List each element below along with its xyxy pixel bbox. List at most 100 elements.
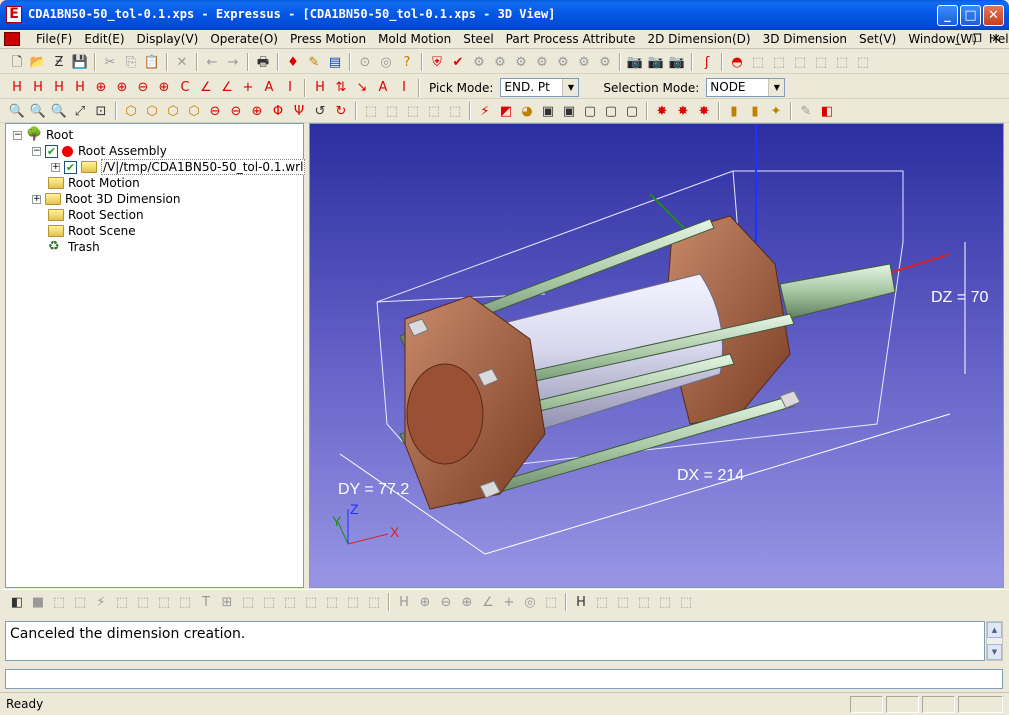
view-tool-icon-2[interactable]: ⬚	[383, 102, 401, 120]
bt-dim-icon-5[interactable]: ∠	[479, 593, 497, 611]
bt-icon-11[interactable]: ⊞	[218, 593, 236, 611]
bt-icon-15[interactable]: ⬚	[302, 593, 320, 611]
pick-mode-select[interactable]: END. Pt ▼	[500, 78, 580, 97]
bt-dim-icon-8[interactable]: ⬚	[542, 593, 560, 611]
view-tool-icon-1[interactable]: ⬚	[362, 102, 380, 120]
tool-icon-4[interactable]: ⚙	[533, 53, 551, 71]
dim-annot-icon[interactable]: A	[374, 79, 392, 97]
bt-icon-7[interactable]: ⬚	[134, 593, 152, 611]
bt-icon-5[interactable]: ⚡	[92, 593, 110, 611]
3d-viewport[interactable]: DX = 214 DY = 77.2 DZ = 70 X Y Z	[309, 123, 1004, 588]
table-icon[interactable]: ▤	[326, 53, 344, 71]
menu-display[interactable]: Display(V)	[131, 32, 205, 46]
tool-icon-6[interactable]: ⚙	[575, 53, 593, 71]
brush-icon[interactable]: ✎	[797, 102, 815, 120]
chevron-down-icon[interactable]: ▼	[562, 79, 579, 96]
selection-mode-select[interactable]: NODE ▼	[706, 78, 786, 97]
perspective-icon[interactable]: ◩	[497, 102, 515, 120]
view-right-icon[interactable]: ⬡	[185, 102, 203, 120]
thickness-icon[interactable]: I	[281, 79, 299, 97]
menu-press-motion[interactable]: Press Motion	[284, 32, 372, 46]
collapse-icon[interactable]: −	[32, 146, 41, 156]
explode-icon[interactable]: ✸	[653, 102, 671, 120]
rotate-psi-icon[interactable]: Ψ	[290, 102, 308, 120]
record-icon[interactable]: ◎	[377, 53, 395, 71]
tree-root-motion[interactable]: Root Motion	[48, 175, 140, 191]
bt-icon-14[interactable]: ⬚	[281, 593, 299, 611]
bt-dim-icon-3[interactable]: ⊖	[437, 593, 455, 611]
cube-shaded-icon[interactable]: ▣	[539, 102, 557, 120]
circle-center-icon[interactable]: ⊕	[155, 79, 173, 97]
view-tool-icon-3[interactable]: ⬚	[404, 102, 422, 120]
bt-icon-18[interactable]: ⬚	[365, 593, 383, 611]
arc-icon[interactable]: C	[176, 79, 194, 97]
scroll-down-icon[interactable]: ▼	[987, 644, 1002, 660]
undo-icon[interactable]: ←	[203, 53, 221, 71]
copy-icon[interactable]: ⎘	[122, 53, 140, 71]
mouse-icon[interactable]: ⊙	[356, 53, 374, 71]
tree-root-section[interactable]: Root Section	[48, 207, 144, 223]
rotate-y-icon[interactable]: ⊖	[227, 102, 245, 120]
mdi-restore-button[interactable]: ❐	[969, 32, 985, 46]
expand-icon[interactable]: +	[51, 162, 60, 172]
delete-icon[interactable]: ✕	[173, 53, 191, 71]
edit-motion-icon[interactable]: ✎	[305, 53, 323, 71]
tool-icon-7[interactable]: ⚙	[596, 53, 614, 71]
text-icon[interactable]: A	[260, 79, 278, 97]
diameter-icon[interactable]: ⊕	[113, 79, 131, 97]
tree-file-node[interactable]: + ✔ /V|/tmp/CDA1BN50-50_tol-0.1.wrl	[51, 159, 306, 175]
menu-operate[interactable]: Operate(O)	[204, 32, 284, 46]
bt-icon-3[interactable]: ⬚	[50, 593, 68, 611]
bt-dim-icon-4[interactable]: ⊕	[458, 593, 476, 611]
recent-icon[interactable]: Ƶ	[50, 53, 68, 71]
mdi-minimize-button[interactable]: _	[950, 32, 966, 46]
bt-icon-16[interactable]: ⬚	[323, 593, 341, 611]
view-left-icon[interactable]: ⬡	[164, 102, 182, 120]
view-front-icon[interactable]: ⬡	[122, 102, 140, 120]
zoom-out-icon[interactable]: 🔍	[29, 102, 47, 120]
bt-dim-icon-2[interactable]: ⊕	[416, 593, 434, 611]
document-icon[interactable]	[4, 32, 20, 46]
cube-hidden-icon[interactable]: ▢	[602, 102, 620, 120]
minimize-button[interactable]: _	[937, 5, 958, 26]
chevron-down-icon[interactable]: ▼	[768, 79, 785, 96]
shaded-icon[interactable]: ◕	[518, 102, 536, 120]
check-icon[interactable]: ✔	[449, 53, 467, 71]
zoom-window-icon[interactable]: ⊡	[92, 102, 110, 120]
curve-icon[interactable]: ʃ	[698, 53, 716, 71]
motion-icon[interactable]: ♦	[284, 53, 302, 71]
radius-icon[interactable]: ⊕	[92, 79, 110, 97]
camera-icon[interactable]: 📷	[626, 53, 644, 71]
tree-root-scene[interactable]: Root Scene	[48, 223, 136, 239]
bt-icon-8[interactable]: ⬚	[155, 593, 173, 611]
close-button[interactable]: ✕	[983, 5, 1004, 26]
bt-icon-6[interactable]: ⬚	[113, 593, 131, 611]
menu-part-process-attribute[interactable]: Part Process Attribute	[500, 32, 642, 46]
rotate-ccw-icon[interactable]: ↺	[311, 102, 329, 120]
view-tool-icon-5[interactable]: ⬚	[446, 102, 464, 120]
dim-x-icon[interactable]: H	[29, 79, 47, 97]
tree-root[interactable]: − 🌳 Root	[13, 127, 73, 143]
cut-icon[interactable]: ✂	[101, 53, 119, 71]
maximize-button[interactable]: □	[960, 5, 981, 26]
tool-icon-5[interactable]: ⚙	[554, 53, 572, 71]
menu-edit[interactable]: Edit(E)	[78, 32, 130, 46]
app-icon[interactable]: E	[6, 6, 22, 23]
help-icon[interactable]: ?	[398, 53, 416, 71]
angle-icon[interactable]: ∠	[197, 79, 215, 97]
zoom-in-icon[interactable]: 🔍	[8, 102, 26, 120]
tree-root-3d-dimension[interactable]: + Root 3D Dimension	[32, 191, 180, 207]
mode-icon-1[interactable]: ⬚	[749, 53, 767, 71]
3d-scene[interactable]: DX = 214 DY = 77.2 DZ = 70 X Y Z	[310, 124, 1004, 588]
bt-icon-4[interactable]: ⬚	[71, 593, 89, 611]
menu-2d-dimension[interactable]: 2D Dimension(D)	[641, 32, 756, 46]
expand-icon[interactable]: +	[32, 194, 41, 204]
mode-icon-3[interactable]: ⬚	[791, 53, 809, 71]
new-file-icon[interactable]: 🗋	[8, 53, 26, 71]
bt-dim-icon-7[interactable]: ◎	[521, 593, 539, 611]
bt-icon-17[interactable]: ⬚	[344, 593, 362, 611]
shield-icon[interactable]: ⛨	[428, 53, 446, 71]
dim-horizontal-icon[interactable]: H	[8, 79, 26, 97]
explode2-icon[interactable]: ✸	[674, 102, 692, 120]
cylinder-icon[interactable]: ▮	[725, 102, 743, 120]
